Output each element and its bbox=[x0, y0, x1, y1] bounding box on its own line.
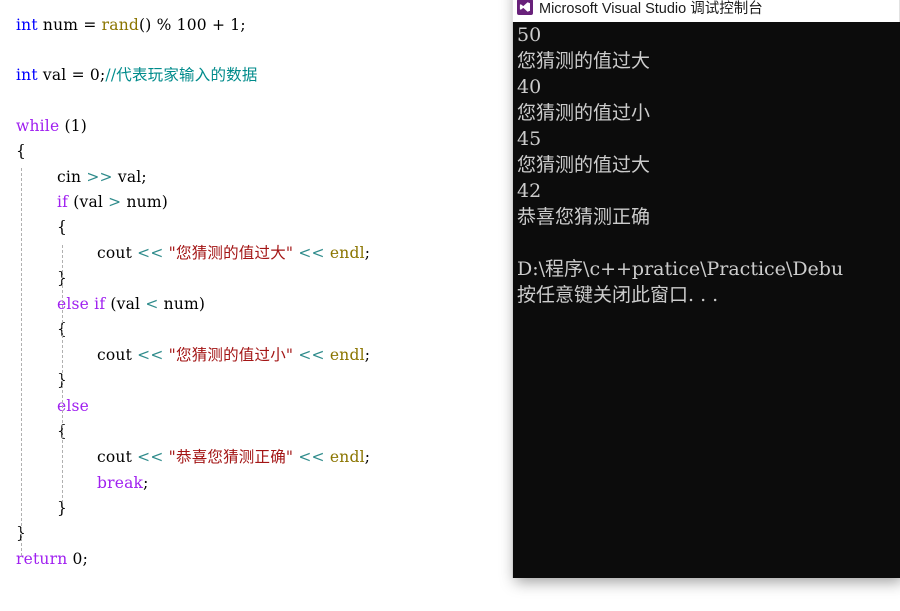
code-token: ; bbox=[364, 244, 371, 262]
console-line: 按任意键关闭此窗口. . . bbox=[517, 284, 719, 306]
code-token: break bbox=[97, 474, 144, 492]
code-line: int num = rand() % 100 + 1; bbox=[16, 13, 246, 38]
console-output-area[interactable]: 50 您猜测的值过大 40 您猜测的值过小 45 您猜测的值过大 42 恭喜您猜测正确 D:\程… bbox=[512, 22, 900, 578]
code-line: return 0; bbox=[16, 547, 88, 572]
code-line: cout << "您猜测的值过大" << endl; bbox=[97, 241, 370, 266]
code-token: (1) bbox=[59, 117, 88, 135]
code-token: cout bbox=[97, 448, 138, 466]
code-token: //代表玩家输入的数据 bbox=[105, 66, 258, 84]
code-token: { bbox=[57, 218, 68, 236]
console-line: 42 bbox=[517, 180, 542, 202]
code-line: while (1) bbox=[16, 114, 87, 139]
code-token: { bbox=[16, 142, 27, 160]
code-token: num bbox=[37, 16, 84, 34]
code-token: val bbox=[37, 66, 72, 84]
console-line: 恭喜您猜测正确 bbox=[517, 206, 651, 228]
code-token: if bbox=[57, 193, 69, 211]
indent-guide bbox=[21, 168, 22, 556]
code-token: num) bbox=[121, 193, 168, 211]
code-line: int val = 0;//代表玩家输入的数据 bbox=[16, 63, 258, 88]
code-token: << bbox=[137, 244, 164, 262]
code-line: else if (val < num) bbox=[57, 292, 205, 317]
console-line: 50 bbox=[517, 24, 542, 46]
code-token: rand bbox=[101, 16, 139, 34]
code-token: 0; bbox=[67, 550, 89, 568]
code-editor-pane[interactable]: int num = rand() % 100 + 1; int val = 0;/… bbox=[0, 0, 512, 611]
code-token: > bbox=[108, 193, 122, 211]
code-token: ; bbox=[364, 448, 371, 466]
code-token: num) bbox=[158, 295, 206, 313]
console-line: 45 bbox=[517, 128, 542, 150]
code-token: val; bbox=[112, 168, 147, 186]
code-token: return bbox=[16, 550, 68, 568]
console-line: 40 bbox=[517, 76, 542, 98]
code-token: endl bbox=[329, 448, 365, 466]
code-token: () % 100 + 1; bbox=[139, 16, 246, 34]
code-token: "您猜测的值过大" bbox=[168, 244, 294, 262]
code-token: = bbox=[83, 16, 102, 34]
indent-guide bbox=[62, 245, 63, 503]
code-token: << bbox=[298, 244, 325, 262]
console-line: 您猜测的值过大 bbox=[517, 50, 651, 72]
console-title-text: Microsoft Visual Studio 调试控制台 bbox=[539, 0, 763, 17]
code-line: cin >> val; bbox=[57, 165, 147, 190]
code-token: "恭喜您猜测正确" bbox=[168, 448, 294, 466]
code-line: cout << "恭喜您猜测正确" << endl; bbox=[97, 445, 370, 470]
code-token: (val bbox=[68, 193, 109, 211]
code-token: << bbox=[298, 346, 325, 364]
code-token: ; bbox=[364, 346, 371, 364]
console-title-bar[interactable]: Microsoft Visual Studio 调试控制台 bbox=[512, 0, 900, 22]
console-line: 您猜测的值过大 bbox=[517, 154, 651, 176]
visual-studio-icon bbox=[517, 0, 533, 15]
console-line: 您猜测的值过小 bbox=[517, 102, 651, 124]
code-token: << bbox=[137, 448, 164, 466]
code-token: int bbox=[16, 16, 38, 34]
code-token: cout bbox=[97, 346, 138, 364]
code-token: >> bbox=[86, 168, 113, 186]
code-line: { bbox=[16, 139, 26, 164]
console-window[interactable]: Microsoft Visual Studio 调试控制台 50 您猜测的值过大 4… bbox=[512, 0, 900, 578]
code-token: endl bbox=[329, 244, 365, 262]
code-token: cout bbox=[97, 244, 138, 262]
console-line: D:\程序\c++pratice\Practice\Debu bbox=[517, 258, 844, 280]
code-token: (val bbox=[105, 295, 146, 313]
code-token: while bbox=[16, 117, 60, 135]
code-token: ; bbox=[143, 474, 149, 492]
code-token: < bbox=[145, 295, 159, 313]
code-line: if (val > num) bbox=[57, 190, 168, 215]
code-token: int bbox=[16, 66, 38, 84]
code-token: else if bbox=[57, 295, 106, 313]
code-line: break; bbox=[97, 471, 149, 496]
code-token: << bbox=[298, 448, 325, 466]
code-token: cin bbox=[57, 168, 87, 186]
code-token: endl bbox=[329, 346, 365, 364]
code-token: << bbox=[137, 346, 164, 364]
code-line: { bbox=[57, 215, 67, 240]
code-token: = 0; bbox=[71, 66, 106, 84]
code-line: cout << "您猜测的值过小" << endl; bbox=[97, 343, 370, 368]
code-token: "您猜测的值过小" bbox=[168, 346, 294, 364]
